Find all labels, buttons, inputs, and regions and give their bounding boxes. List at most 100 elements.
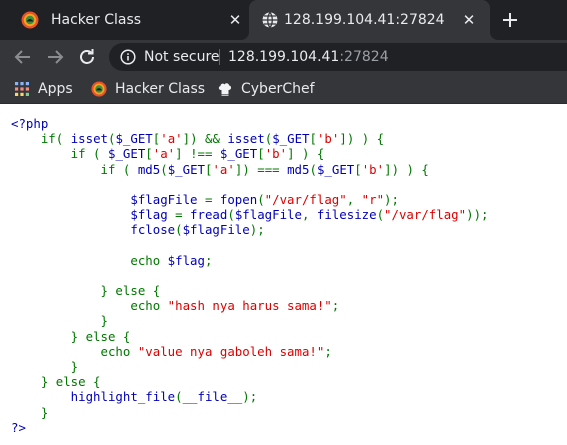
code-line: } else { bbox=[11, 374, 489, 389]
security-status[interactable]: Not secure bbox=[144, 48, 220, 66]
code-line: echo $flag; bbox=[11, 253, 489, 268]
code-token: [ bbox=[309, 131, 317, 147]
bookmark-cyberchef[interactable]: CyberChef bbox=[217, 79, 315, 99]
code-line: if ( md5($_GET['a']) === md5($_GET['b'])… bbox=[11, 162, 489, 177]
code-token: $flagFile bbox=[11, 191, 205, 207]
code-token: $_GET bbox=[115, 131, 153, 147]
code-token: 'b' bbox=[264, 146, 288, 162]
chef-hat-icon bbox=[218, 83, 232, 96]
hacker-class-favicon bbox=[21, 11, 39, 29]
code-line: } bbox=[11, 405, 489, 420]
code-token: ] !== bbox=[175, 146, 220, 162]
reload-icon bbox=[80, 49, 94, 64]
code-token: ]) ) { bbox=[384, 161, 429, 177]
tab-strip: Hacker Class ✕ 128.199.104.41:27824 ✕ bbox=[0, 0, 567, 40]
bookmark-hacker-class[interactable]: Hacker Class bbox=[91, 79, 205, 99]
code-token: $flagFile bbox=[182, 222, 250, 238]
code-token: ; bbox=[331, 298, 340, 314]
bookmark-label: Hacker Class bbox=[115, 81, 206, 97]
code-token: <?php bbox=[11, 116, 49, 131]
code-token: md5 bbox=[137, 161, 161, 177]
code-token: $flag bbox=[167, 252, 205, 268]
plus-icon bbox=[503, 13, 517, 27]
code-token: = bbox=[204, 191, 220, 207]
code-token: , bbox=[301, 207, 317, 223]
code-token: echo bbox=[11, 343, 138, 359]
address-bar[interactable]: Not secure 128.199.104.41:27824 bbox=[109, 43, 567, 71]
code-line: $flagFile = fopen("/var/flag", "r"); bbox=[11, 192, 489, 207]
back-button[interactable] bbox=[11, 45, 35, 69]
code-token: ( bbox=[227, 207, 235, 223]
code-token: [ bbox=[145, 146, 153, 162]
code-token: ( bbox=[175, 389, 183, 405]
code-token: isset bbox=[227, 131, 265, 147]
code-token: $_GET bbox=[107, 146, 146, 162]
code-line: <?php bbox=[11, 116, 489, 131]
code-line: ?> bbox=[11, 420, 489, 435]
code-token: } bbox=[11, 313, 108, 329]
code-token: $_GET bbox=[219, 146, 258, 162]
code-token: } bbox=[11, 359, 79, 374]
code-line: $flag = fread($flagFile, filesize("/var/… bbox=[11, 207, 489, 223]
code-token: "/var/flag" bbox=[264, 191, 347, 207]
code-token: } else { bbox=[11, 374, 101, 390]
code-token: ]) ) { bbox=[339, 131, 385, 147]
code-token: $_GET bbox=[316, 161, 355, 177]
address-divider bbox=[219, 49, 220, 65]
url-port: :27824 bbox=[339, 49, 389, 65]
code-token: )); bbox=[466, 207, 489, 223]
bookmarks-bar: Apps Hacker Class CyberChef bbox=[0, 74, 567, 104]
code-token: = bbox=[175, 207, 191, 223]
tab-hacker-class[interactable]: Hacker Class ✕ bbox=[8, 0, 248, 40]
code-token: , bbox=[346, 191, 362, 207]
code-token: ( bbox=[376, 207, 385, 223]
page-content: <?php if( isset($_GET['a']) && isset($_G… bbox=[0, 105, 567, 445]
code-token: "value nya gaboleh sama!" bbox=[137, 343, 325, 359]
close-icon[interactable]: ✕ bbox=[461, 12, 477, 28]
code-line: echo "value nya gaboleh sama!"; bbox=[11, 344, 489, 359]
code-token: echo bbox=[11, 298, 168, 314]
code-line: highlight_file(__file__); bbox=[11, 389, 489, 404]
code-line: if( isset($_GET['a']) && isset($_GET['b'… bbox=[11, 131, 489, 146]
code-token: fclose bbox=[11, 222, 176, 238]
code-token: "r" bbox=[361, 191, 385, 207]
code-token: $_GET bbox=[272, 131, 310, 147]
tab-current-page[interactable]: 128.199.104.41:27824 ✕ bbox=[249, 0, 490, 40]
code-line: if ( $_GET['a'] !== $_GET['b'] ) { bbox=[11, 146, 489, 161]
forward-button[interactable] bbox=[43, 45, 67, 69]
code-token: 'a' bbox=[152, 146, 176, 162]
code-token: $flag bbox=[11, 207, 176, 223]
code-token: "hash nya harus sama!" bbox=[167, 298, 332, 314]
code-token: 'a' bbox=[212, 161, 235, 177]
tab-title: 128.199.104.41:27824 bbox=[284, 12, 445, 28]
code-line: echo "hash nya harus sama!"; bbox=[11, 298, 489, 313]
code-token: ] ) { bbox=[287, 146, 325, 162]
code-token: echo bbox=[11, 252, 168, 268]
php-source-code: <?php if( isset($_GET['a']) && isset($_G… bbox=[11, 116, 489, 435]
code-token: ; bbox=[324, 343, 332, 359]
bookmark-apps[interactable]: Apps bbox=[14, 79, 73, 99]
info-icon[interactable] bbox=[120, 49, 136, 65]
code-token: ?> bbox=[11, 419, 26, 435]
code-line: } bbox=[11, 359, 489, 374]
tab-title: Hacker Class bbox=[51, 12, 142, 28]
code-token: } bbox=[11, 404, 49, 420]
code-token: 'b' bbox=[361, 161, 385, 177]
code-line: } else { bbox=[11, 283, 489, 298]
browser-toolbar: Not secure 128.199.104.41:27824 bbox=[0, 40, 567, 74]
code-line: } else { bbox=[11, 329, 489, 344]
code-token: $flagFile bbox=[234, 207, 302, 223]
url-host: 128.199.104.41 bbox=[228, 49, 340, 65]
url-text[interactable]: 128.199.104.41:27824 bbox=[228, 48, 389, 66]
code-token: isset bbox=[70, 131, 108, 147]
close-icon[interactable]: ✕ bbox=[227, 12, 243, 28]
bookmark-label: Apps bbox=[38, 81, 73, 97]
code-token: if( bbox=[40, 131, 71, 147]
new-tab-button[interactable] bbox=[500, 10, 520, 30]
code-token: filesize bbox=[316, 207, 377, 223]
reload-button[interactable] bbox=[75, 45, 99, 69]
code-token: ( bbox=[175, 222, 183, 238]
